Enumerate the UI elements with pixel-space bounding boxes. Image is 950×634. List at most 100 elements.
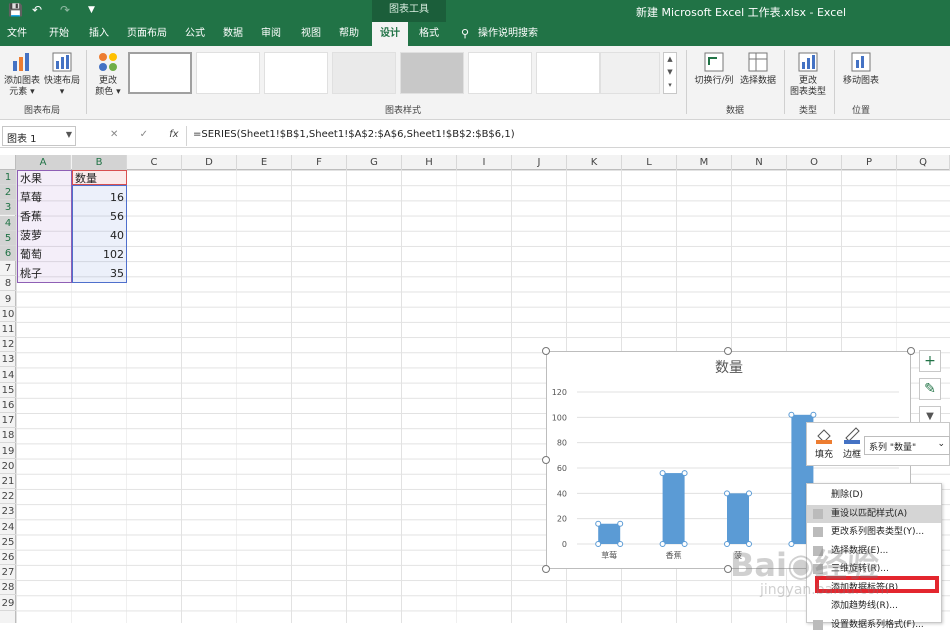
fx-icon[interactable]: fx: [169, 129, 178, 140]
chart-style-7[interactable]: [536, 52, 600, 94]
column-header-a[interactable]: A: [16, 155, 71, 170]
column-header-j[interactable]: J: [512, 155, 567, 170]
column-header-e[interactable]: E: [237, 155, 292, 170]
row-header-13[interactable]: 13: [0, 352, 16, 368]
enter-icon[interactable]: ✓: [140, 129, 148, 140]
select-data-button[interactable]: 选择数据: [738, 51, 778, 87]
cell-b4[interactable]: 40: [72, 227, 127, 244]
resize-handle[interactable]: [542, 347, 550, 355]
row-header-9[interactable]: 9: [0, 292, 16, 307]
cell-b3[interactable]: 56: [72, 208, 127, 225]
cell-b5[interactable]: 102: [72, 246, 127, 263]
chart-style-2[interactable]: [196, 52, 260, 94]
column-header-q[interactable]: Q: [897, 155, 950, 170]
resize-handle[interactable]: [542, 565, 550, 573]
quick-layout-button[interactable]: 快速布局 ▾: [42, 51, 82, 98]
tab-home[interactable]: 开始: [42, 22, 76, 46]
column-header-f[interactable]: F: [292, 155, 347, 170]
row-header-18[interactable]: 18: [0, 428, 16, 444]
row-header-26[interactable]: 26: [0, 550, 16, 565]
row-header-21[interactable]: 21: [0, 474, 16, 489]
row-header-25[interactable]: 25: [0, 535, 16, 550]
row-header-4[interactable]: 4: [0, 215, 16, 231]
row-header-3[interactable]: 3: [0, 200, 16, 216]
row-header-23[interactable]: 23: [0, 504, 16, 520]
resize-handle[interactable]: [907, 347, 915, 355]
formula-input[interactable]: =SERIES(Sheet1!$B$1,Sheet1!$A$2:$A$6,She…: [186, 126, 948, 146]
column-header-h[interactable]: H: [402, 155, 457, 170]
row-header-10[interactable]: 10: [0, 307, 16, 322]
column-header-b[interactable]: B: [72, 155, 127, 170]
tab-view[interactable]: 视图: [294, 22, 328, 46]
switch-row-column-button[interactable]: 切换行/列: [692, 51, 736, 87]
row-header-29[interactable]: 29: [0, 596, 16, 611]
tab-review[interactable]: 审阅: [254, 22, 288, 46]
row-header-14[interactable]: 14: [0, 368, 16, 383]
row-header-15[interactable]: 15: [0, 383, 16, 398]
fill-button[interactable]: 填充: [813, 426, 835, 460]
row-header-16[interactable]: 16: [0, 398, 16, 413]
cell-a4[interactable]: 菠萝: [17, 227, 72, 244]
chart-style-3[interactable]: [264, 52, 328, 94]
column-header-c[interactable]: C: [127, 155, 182, 170]
customize-quick-access-icon[interactable]: ▼: [88, 5, 95, 15]
tab-page-layout[interactable]: 页面布局: [122, 22, 172, 46]
cell-b1[interactable]: 数量: [72, 170, 127, 187]
chart-elements-button[interactable]: +: [919, 350, 941, 372]
tell-me-search[interactable]: 操作说明搜索: [476, 22, 540, 46]
tab-help[interactable]: 帮助: [332, 22, 366, 46]
row-header-20[interactable]: 20: [0, 459, 16, 474]
row-header-8[interactable]: 8: [0, 276, 16, 292]
context-menu-item[interactable]: 更改系列图表类型(Y)...: [807, 523, 941, 541]
select-all-corner[interactable]: [0, 155, 16, 170]
cell-a5[interactable]: 葡萄: [17, 246, 72, 263]
series-dropdown[interactable]: 系列 "数量" ⌄: [864, 436, 950, 455]
column-header-d[interactable]: D: [182, 155, 237, 170]
tab-file[interactable]: 文件: [0, 22, 34, 46]
tab-data[interactable]: 数据: [216, 22, 250, 46]
column-header-l[interactable]: L: [622, 155, 677, 170]
column-header-k[interactable]: K: [567, 155, 622, 170]
undo-icon[interactable]: ↶: [32, 3, 42, 17]
column-header-m[interactable]: M: [677, 155, 732, 170]
cell-b6[interactable]: 35: [72, 265, 127, 282]
chart-style-5[interactable]: [400, 52, 464, 94]
row-header-11[interactable]: 11: [0, 322, 16, 337]
chart-style-1[interactable]: [128, 52, 192, 94]
row-header-19[interactable]: 19: [0, 444, 16, 459]
redo-icon[interactable]: ↷: [60, 3, 70, 17]
context-menu-item[interactable]: 添加趋势线(R)...: [807, 597, 941, 615]
row-header-2[interactable]: 2: [0, 185, 16, 201]
chart-style-8[interactable]: [600, 52, 660, 94]
cell-b2[interactable]: 16: [72, 189, 127, 206]
resize-handle[interactable]: [724, 347, 732, 355]
style-gallery-scroll[interactable]: ▲ ▼ ▾: [663, 52, 677, 94]
add-chart-element-button[interactable]: 添加图表 元素 ▾: [2, 51, 42, 98]
tab-insert[interactable]: 插入: [82, 22, 116, 46]
chart-style-4[interactable]: [332, 52, 396, 94]
row-header-28[interactable]: 28: [0, 580, 16, 596]
row-header-17[interactable]: 17: [0, 413, 16, 429]
chevron-down-icon[interactable]: ▼: [66, 130, 72, 139]
chart-styles-button[interactable]: ✎: [919, 378, 941, 400]
context-menu-item[interactable]: 删除(D): [807, 486, 941, 504]
column-header-i[interactable]: I: [457, 155, 512, 170]
column-header-o[interactable]: O: [787, 155, 842, 170]
row-header-12[interactable]: 12: [0, 337, 16, 353]
tab-format[interactable]: 格式: [412, 22, 446, 46]
row-header-7[interactable]: 7: [0, 261, 16, 277]
column-header-p[interactable]: P: [842, 155, 897, 170]
resize-handle[interactable]: [542, 456, 550, 464]
cell-a3[interactable]: 香蕉: [17, 208, 72, 225]
cancel-icon[interactable]: ✕: [110, 129, 118, 140]
column-header-g[interactable]: G: [347, 155, 402, 170]
cell-a2[interactable]: 草莓: [17, 189, 72, 206]
change-colors-button[interactable]: 更改 颜色 ▾: [90, 51, 126, 98]
cell-a1[interactable]: 水果: [17, 170, 72, 187]
chart-style-6[interactable]: [468, 52, 532, 94]
row-header-22[interactable]: 22: [0, 489, 16, 505]
save-icon[interactable]: 💾: [8, 3, 23, 17]
move-chart-button[interactable]: 移动图表: [840, 51, 882, 87]
row-header-5[interactable]: 5: [0, 230, 16, 246]
row-header-27[interactable]: 27: [0, 565, 16, 581]
